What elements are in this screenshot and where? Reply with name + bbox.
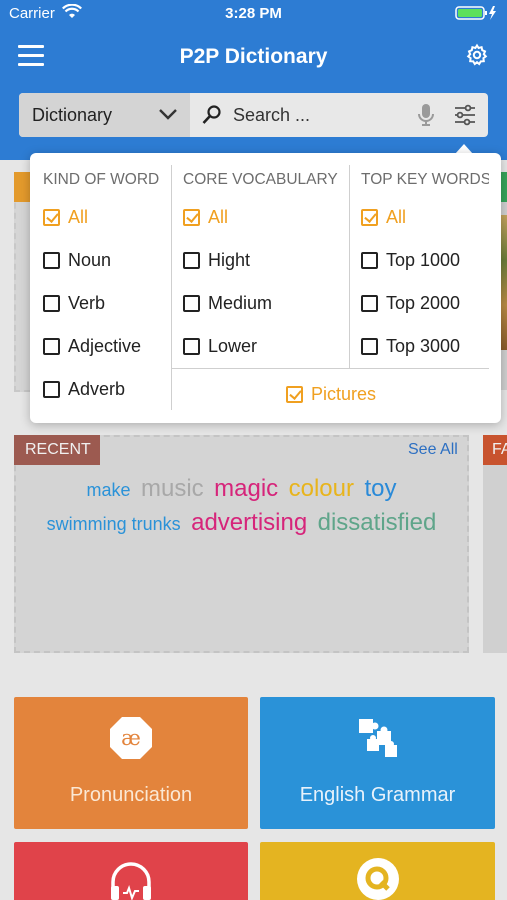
clock: 3:28 PM [225, 5, 282, 22]
status-bar: Carrier 3:28 PM [0, 0, 507, 28]
dictionary-select[interactable]: Dictionary [19, 93, 190, 137]
pronunciation-tile[interactable]: æ Pronunciation [14, 697, 248, 829]
card-tab-orange [14, 172, 30, 202]
favorites-label: FA [483, 435, 507, 465]
top-2000-checkbox[interactable]: Top 2000 [361, 293, 460, 314]
microphone-icon[interactable] [416, 103, 436, 132]
checkbox-icon [43, 338, 60, 355]
checkbox-icon [361, 295, 378, 312]
search-bar: Dictionary [19, 93, 488, 137]
option-label: All [208, 207, 229, 227]
recent-word[interactable]: colour [289, 475, 354, 502]
search-icon [201, 104, 223, 131]
checkbox-icon [361, 338, 378, 355]
checkbox-checked-icon [43, 209, 60, 226]
option-label: Verb [68, 293, 106, 313]
top-all-checkbox[interactable]: All [361, 207, 406, 228]
checkbox-checked-icon [286, 386, 303, 403]
row-divider [171, 368, 489, 369]
option-label: Medium [208, 293, 273, 313]
see-all-link[interactable]: See All [408, 441, 458, 459]
option-label: Adjective [68, 336, 142, 356]
top-1000-checkbox[interactable]: Top 1000 [361, 250, 460, 271]
option-label: Pictures [311, 384, 377, 404]
recent-word[interactable]: music [141, 475, 204, 502]
recent-word[interactable]: swimming trunks [47, 514, 181, 534]
recent-word[interactable]: magic [214, 475, 278, 502]
option-label: Top 2000 [386, 293, 461, 313]
svg-text:æ: æ [121, 726, 141, 750]
checkbox-icon [361, 252, 378, 269]
top-key-words-heading: TOP KEY WORDS [361, 171, 489, 188]
core-vocabulary-heading: CORE VOCABULARY [183, 171, 338, 188]
dictionary-select-value: Dictionary [32, 105, 113, 125]
checkbox-icon [183, 338, 200, 355]
recent-word-cloud: make music magic colour toy swimming tru… [14, 475, 469, 543]
checkbox-icon [43, 252, 60, 269]
checkbox-icon [43, 381, 60, 398]
quiz-tile[interactable] [260, 842, 495, 900]
option-label: Lower [208, 336, 258, 356]
checkbox-checked-icon [183, 209, 200, 226]
option-label: Noun [68, 250, 112, 270]
core-lower-checkbox[interactable]: Lower [183, 336, 257, 357]
filter-settings-icon[interactable] [453, 104, 477, 131]
checkbox-icon [183, 252, 200, 269]
listening-tile[interactable] [14, 842, 248, 900]
option-label: Adverb [68, 379, 126, 399]
checkbox-icon [183, 295, 200, 312]
pronunciation-icon: æ [108, 715, 154, 766]
core-medium-checkbox[interactable]: Medium [183, 293, 272, 314]
top-key-words-heading-clip: TOP KEY WORDS [361, 169, 489, 209]
recent-card [14, 435, 469, 653]
filter-popover: KIND OF WORD All Noun Verb Adjective Adv… [30, 153, 501, 423]
option-label: Top 3000 [386, 336, 461, 356]
headphones-icon [108, 860, 154, 900]
kind-all-checkbox[interactable]: All [43, 207, 88, 228]
core-hight-checkbox[interactable]: Hight [183, 250, 250, 271]
pronunciation-label: Pronunciation [69, 784, 193, 806]
english-grammar-label: English Grammar [299, 784, 456, 806]
kind-adverb-checkbox[interactable]: Adverb [43, 379, 125, 400]
kind-noun-checkbox[interactable]: Noun [43, 250, 111, 271]
favorites-card[interactable] [483, 435, 507, 653]
checkbox-checked-icon [361, 209, 378, 226]
recent-label: RECENT [14, 435, 100, 465]
recent-word[interactable]: dissatisfied [318, 509, 437, 536]
recent-word[interactable]: make [87, 480, 131, 500]
kind-of-word-heading: KIND OF WORD [43, 171, 160, 188]
search-input[interactable] [233, 102, 413, 128]
battery-icon [455, 5, 499, 25]
search-strip: Dictionary [0, 90, 507, 160]
chevron-down-icon [158, 107, 178, 126]
core-all-checkbox[interactable]: All [183, 207, 228, 228]
column-divider [349, 165, 350, 368]
top-3000-checkbox[interactable]: Top 3000 [361, 336, 460, 357]
quiz-icon [355, 856, 401, 900]
kind-verb-checkbox[interactable]: Verb [43, 293, 105, 314]
side-card-image [500, 215, 507, 350]
recent-word[interactable]: toy [364, 475, 396, 502]
recent-word[interactable]: advertising [191, 509, 307, 536]
pictures-checkbox[interactable]: Pictures [286, 384, 376, 405]
page-title: P2P Dictionary [179, 45, 328, 68]
checkbox-icon [43, 295, 60, 312]
nav-bar: P2P Dictionary [0, 28, 507, 90]
option-label: Hight [208, 250, 251, 270]
option-label: All [68, 207, 89, 227]
gear-icon[interactable] [465, 43, 489, 67]
english-grammar-tile[interactable]: English Grammar [260, 697, 495, 829]
kind-adjective-checkbox[interactable]: Adjective [43, 336, 141, 357]
puzzle-icon [353, 713, 403, 766]
column-divider [171, 165, 172, 410]
option-label: All [386, 207, 407, 227]
option-label: Top 1000 [386, 250, 461, 270]
